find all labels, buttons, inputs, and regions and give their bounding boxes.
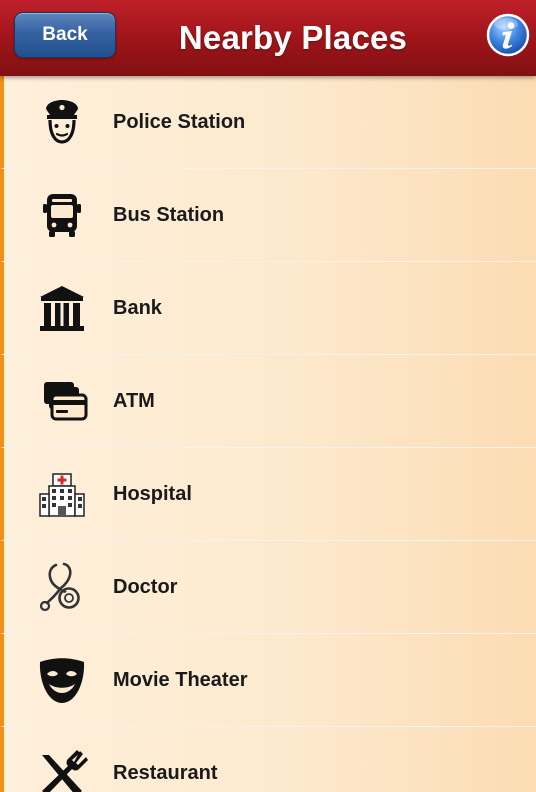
place-label: Bus Station bbox=[113, 203, 225, 226]
list-item-restaurant[interactable]: Restaurant bbox=[0, 727, 536, 792]
place-label: ATM bbox=[113, 389, 155, 412]
list-item-police-station[interactable]: Police Station bbox=[0, 76, 536, 169]
place-label: Police Station bbox=[113, 110, 246, 133]
navigation-bar: Back Nearby Places bbox=[0, 0, 536, 76]
fork-knife-icon bbox=[36, 747, 88, 792]
list-item-hospital[interactable]: Hospital bbox=[0, 448, 536, 541]
back-button[interactable]: Back bbox=[14, 12, 116, 58]
place-label: Hospital bbox=[113, 482, 192, 505]
list-item-atm[interactable]: ATM bbox=[0, 355, 536, 448]
atm-card-icon bbox=[36, 375, 88, 427]
list-item-doctor[interactable]: Doctor bbox=[0, 541, 536, 634]
stethoscope-icon bbox=[36, 561, 88, 613]
theater-mask-icon bbox=[36, 654, 88, 706]
police-officer-icon bbox=[36, 96, 88, 148]
info-icon[interactable] bbox=[486, 13, 530, 57]
list-item-bank[interactable]: Bank bbox=[0, 262, 536, 355]
list-item-movie-theater[interactable]: Movie Theater bbox=[0, 634, 536, 727]
bus-icon bbox=[36, 189, 88, 241]
page-title: Nearby Places bbox=[178, 19, 408, 56]
place-label: Restaurant bbox=[113, 761, 218, 784]
place-label: Bank bbox=[113, 296, 162, 319]
place-label: Doctor bbox=[113, 575, 178, 598]
bank-icon bbox=[36, 282, 88, 334]
place-label: Movie Theater bbox=[113, 668, 248, 691]
nearby-places-screen: Back Nearby Places Police Station Bus St… bbox=[0, 0, 536, 792]
places-list: Police Station Bus Station Bank ATM Hosp… bbox=[0, 76, 536, 792]
hospital-icon bbox=[36, 468, 88, 520]
list-item-bus-station[interactable]: Bus Station bbox=[0, 169, 536, 262]
